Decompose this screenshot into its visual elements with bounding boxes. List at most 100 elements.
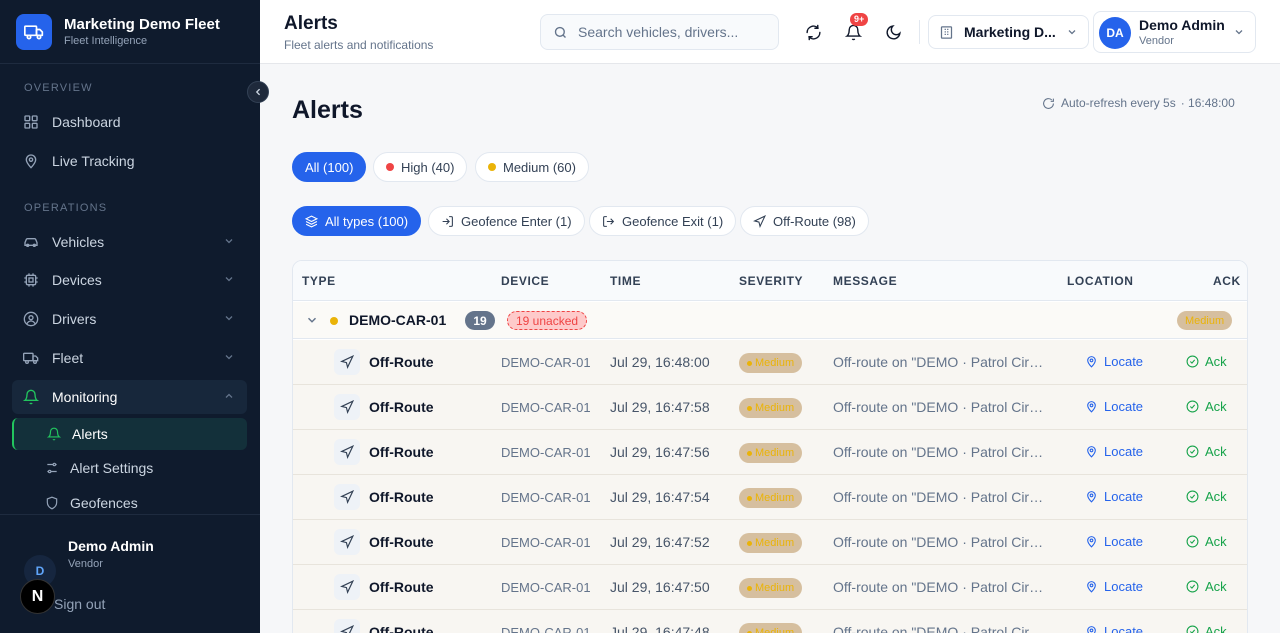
ack-label: Ack — [1205, 534, 1227, 549]
severity-label: Medium — [755, 492, 795, 504]
chip-label: Off-Route (98) — [773, 213, 856, 229]
column-header-type: TYPE — [302, 274, 336, 288]
table-row[interactable]: Off-Route DEMO-CAR-01 Jul 29, 16:47:58 Medi… — [293, 385, 1247, 430]
table-row[interactable]: Off-Route DEMO-CAR-01 Jul 29, 16:47:50 Medi… — [293, 565, 1247, 610]
check-circle-icon — [1186, 445, 1199, 458]
ack-button[interactable]: Ack — [1186, 489, 1227, 504]
sidebar-item-drivers[interactable]: Drivers — [12, 302, 247, 336]
alert-message: Off-route on "DEMO · Patrol Circuit" — [833, 489, 1049, 505]
severity-filter-high[interactable]: High (40) — [373, 152, 468, 182]
chip-icon — [22, 271, 40, 289]
table-row[interactable]: Off-Route DEMO-CAR-01 Jul 29, 16:47:52 Medi… — [293, 520, 1247, 565]
map-pin-icon — [1085, 490, 1098, 503]
locate-button[interactable]: Locate — [1085, 579, 1143, 594]
locate-button[interactable]: Locate — [1085, 534, 1143, 549]
sidebar-item-monitoring[interactable]: Monitoring — [12, 380, 247, 414]
sign-out-button[interactable]: Sign out — [54, 596, 105, 612]
header-divider — [919, 20, 920, 44]
next-dev-badge[interactable]: N — [20, 579, 55, 614]
truck-icon — [22, 349, 40, 367]
ack-button[interactable]: Ack — [1186, 444, 1227, 459]
device-group-row[interactable]: DEMO-CAR-01 19 19 unacked Medium — [293, 302, 1247, 339]
search-input[interactable]: Search vehicles, drivers... — [540, 14, 779, 50]
locate-button[interactable]: Locate — [1085, 354, 1143, 369]
refresh-button[interactable] — [801, 20, 825, 44]
sidebar-item-devices[interactable]: Devices — [12, 263, 247, 297]
alert-type: Off-Route — [369, 354, 434, 370]
check-circle-icon — [1186, 400, 1199, 413]
alert-message: Off-route on "DEMO · Patrol Circuit" — [833, 354, 1049, 370]
chip-label: High (40) — [401, 159, 455, 175]
severity-filter-all[interactable]: All (100) — [292, 152, 367, 182]
avatar: DA — [1099, 17, 1131, 49]
building-icon — [939, 25, 954, 40]
user-circle-icon — [22, 310, 40, 328]
alert-type: Off-Route — [369, 444, 434, 460]
brand-subtitle: Fleet Intelligence — [64, 34, 148, 47]
sidebar-item-live-tracking[interactable]: Live Tracking — [12, 144, 247, 178]
theme-toggle-button[interactable] — [881, 20, 905, 44]
type-filter-all[interactable]: All types (100) — [292, 206, 422, 236]
severity-badge: Medium — [739, 623, 803, 633]
navigation-icon — [334, 349, 360, 375]
chevron-down-icon — [225, 239, 233, 244]
ack-button[interactable]: Ack — [1186, 579, 1227, 594]
sidebar-item-vehicles[interactable]: Vehicles — [12, 225, 247, 259]
alerts-table: TYPE DEVICE TIME SEVERITY MESSAGE LOCATI… — [292, 260, 1248, 633]
ack-button[interactable]: Ack — [1186, 399, 1227, 414]
table-row[interactable]: Off-Route DEMO-CAR-01 Jul 29, 16:47:54 Medi… — [293, 475, 1247, 520]
high-dot-icon — [386, 163, 394, 171]
ack-label: Ack — [1205, 579, 1227, 594]
locate-button[interactable]: Locate — [1085, 624, 1143, 633]
type-filter-geofence-enter[interactable]: Geofence Enter (1) — [428, 206, 585, 236]
table-row[interactable]: Off-Route DEMO-CAR-01 Jul 29, 16:48:00 Medi… — [293, 340, 1247, 385]
navigation-icon — [334, 439, 360, 465]
ack-button[interactable]: Ack — [1186, 534, 1227, 549]
organization-name: Marketing D... — [964, 24, 1056, 40]
header-title: Alerts — [284, 13, 338, 34]
type-filter-off-route[interactable]: Off-Route (98) — [740, 206, 869, 236]
alert-type: Off-Route — [369, 579, 434, 595]
locate-button[interactable]: Locate — [1085, 489, 1143, 504]
sidebar-user-panel: D Demo Admin Vendor Sign out N — [0, 514, 260, 633]
chevron-down-icon — [1235, 30, 1243, 35]
type-filter-geofence-exit[interactable]: Geofence Exit (1) — [589, 206, 737, 236]
moon-icon — [886, 24, 901, 39]
chevron-down-icon[interactable] — [305, 313, 319, 327]
sidebar-subitem-alerts[interactable]: Alerts — [12, 418, 247, 450]
sidebar-subitem-alert-settings[interactable]: Alert Settings — [12, 452, 247, 484]
log-out-icon — [602, 215, 615, 228]
locate-button[interactable]: Locate — [1085, 399, 1143, 414]
table-row[interactable]: Off-Route DEMO-CAR-01 Jul 29, 16:47:56 Medi… — [293, 430, 1247, 475]
ack-button[interactable]: Ack — [1186, 624, 1227, 633]
layers-icon — [305, 214, 318, 228]
medium-dot-icon — [747, 360, 752, 366]
table-row[interactable]: Off-Route DEMO-CAR-01 Jul 29, 16:47:48 Medi… — [293, 610, 1247, 633]
sidebar-item-label: Fleet — [52, 350, 84, 366]
ack-label: Ack — [1205, 354, 1227, 369]
organization-select[interactable]: Marketing D... — [928, 15, 1089, 49]
collapse-sidebar-button[interactable] — [247, 81, 269, 103]
severity-label: Medium — [755, 357, 795, 369]
brand[interactable]: Marketing Demo Fleet Fleet Intelligence — [0, 0, 260, 64]
chevron-down-icon — [225, 277, 233, 282]
alert-type: Off-Route — [369, 399, 434, 415]
check-circle-icon — [1186, 625, 1199, 633]
locate-button[interactable]: Locate — [1085, 444, 1143, 459]
alert-time: Jul 29, 16:47:58 — [610, 399, 710, 415]
alert-type: Off-Route — [369, 624, 434, 633]
bell-icon — [22, 388, 40, 406]
check-circle-icon — [1186, 580, 1199, 593]
sidebar-item-dashboard[interactable]: Dashboard — [12, 105, 247, 139]
severity-label: Medium — [755, 627, 795, 633]
severity-filter-medium[interactable]: Medium (60) — [475, 152, 589, 182]
medium-dot-icon — [747, 540, 752, 546]
column-header-time: TIME — [610, 274, 642, 288]
user-menu-button[interactable]: DA Demo Admin Vendor — [1093, 11, 1256, 53]
truck-logo-icon — [16, 13, 52, 50]
sidebar-item-fleet[interactable]: Fleet — [12, 341, 247, 375]
chip-label: Geofence Enter (1) — [461, 213, 572, 229]
car-icon — [22, 233, 40, 251]
ack-button[interactable]: Ack — [1186, 354, 1227, 369]
alert-device: DEMO-CAR-01 — [501, 400, 591, 415]
